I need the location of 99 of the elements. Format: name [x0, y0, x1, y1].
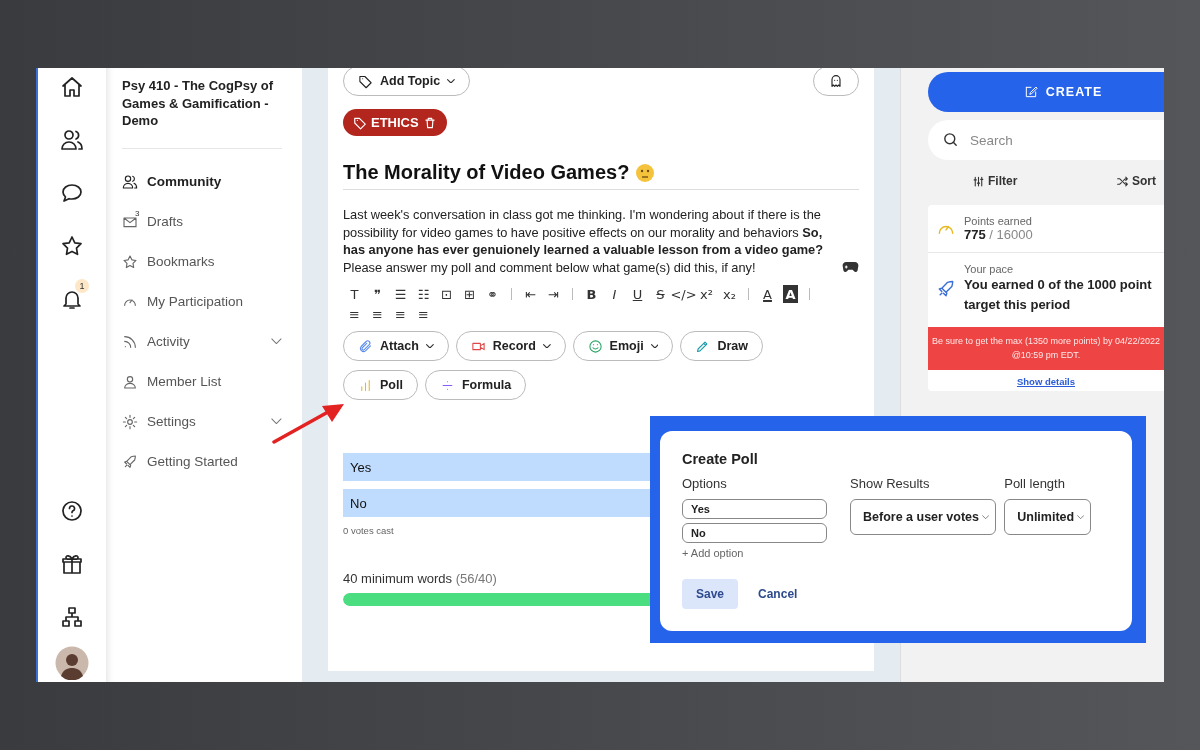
format-tool[interactable]: ⊞	[458, 285, 481, 303]
format-tool[interactable]: ⚭	[481, 285, 504, 303]
format-tool[interactable]: ☰	[389, 285, 412, 303]
points-value: 775 / 16000	[964, 227, 1033, 242]
search-field[interactable]: Search	[928, 120, 1164, 160]
rocket-icon	[122, 453, 138, 470]
sidebar-item[interactable]: Getting Started	[122, 441, 282, 482]
paperclip-icon	[358, 338, 373, 354]
draft-count: 3	[135, 208, 140, 218]
format-tool[interactable]: x²	[695, 285, 718, 303]
votes-count: 0 votes cast	[343, 525, 394, 536]
help-icon	[60, 499, 84, 523]
save-button[interactable]: Save	[682, 579, 739, 609]
sidebar-item[interactable]: Settings	[122, 401, 282, 442]
format-tool[interactable]: ☷	[412, 285, 435, 303]
sitemap-icon	[60, 605, 84, 629]
deadline-alert: Be sure to get the max (1350 more points) by 04/22/2022 @10:59 pm EDT.	[928, 327, 1164, 370]
show-details-link[interactable]: Show details	[928, 370, 1164, 391]
tag-label: ETHICS	[371, 115, 419, 130]
bar-chart-icon	[358, 377, 373, 393]
chevron-icon	[447, 78, 455, 84]
tool-button[interactable]: Draw	[680, 331, 763, 361]
tool-button[interactable]: Attach	[343, 331, 449, 361]
format-tool[interactable]: ≡	[412, 305, 435, 323]
anonymous-button[interactable]	[813, 68, 859, 96]
sidebar-item[interactable]: My Participation	[122, 281, 282, 322]
format-tool[interactable]: </>	[672, 285, 695, 303]
format-tool[interactable]: S	[649, 285, 672, 303]
post-title: The Morality of Video Games?	[343, 161, 630, 184]
post-body: Last week's conversation in class got me thinking. I'm wondering about if there is the possibility for video games to have positive effects on our morality and behaviors So, has anyone has ever genuionely learned a valuable lesson from a video game? Please answer my poll and comment below what game(s) did this, if any!	[343, 206, 825, 276]
add-topic-button[interactable]: Add Topic	[343, 68, 470, 96]
option-field[interactable]: Yes	[682, 499, 827, 519]
field-label: Poll length	[1004, 476, 1066, 491]
format-tool[interactable]: ≡	[343, 305, 366, 323]
topic-tag[interactable]: ETHICS	[343, 109, 447, 136]
create-button[interactable]: CREATE	[928, 72, 1164, 112]
chevron-icon	[1077, 514, 1085, 520]
format-tool[interactable]: B	[580, 285, 603, 303]
chevron-icon	[271, 338, 282, 345]
pace-label: Your pace	[964, 263, 1015, 275]
sidebar-item[interactable]: Bookmarks	[122, 241, 282, 282]
chat-icon	[60, 181, 84, 205]
home-icon	[60, 75, 84, 99]
tag-icon	[358, 73, 373, 89]
sidebar-item[interactable]: Member List	[122, 361, 282, 402]
format-tool[interactable]: ≡	[389, 305, 412, 323]
person-icon	[122, 373, 138, 390]
tag-icon	[353, 115, 367, 130]
cancel-button[interactable]: Cancel	[748, 587, 808, 601]
tool-button[interactable]: Record	[455, 331, 566, 361]
notification-badge: 1	[75, 279, 89, 293]
users-icon	[122, 173, 138, 190]
gamepad-icon	[842, 260, 859, 274]
avatar[interactable]	[55, 646, 89, 680]
tool-button[interactable]: Emoji	[572, 331, 674, 361]
format-tool[interactable]: ≡	[366, 305, 389, 323]
rocket-icon	[936, 279, 956, 299]
format-tool[interactable]: ⊡	[435, 285, 458, 303]
sidebar-item[interactable]: Activity	[122, 321, 282, 362]
gift-icon	[60, 552, 84, 576]
filter-button[interactable]: Filter	[972, 174, 1018, 188]
sidebar-item[interactable]: 3 Drafts	[122, 201, 282, 242]
smile-icon	[587, 338, 603, 354]
format-tool[interactable]: U	[626, 285, 649, 303]
tool-button[interactable]: Poll	[343, 370, 418, 400]
chevron-icon	[982, 514, 990, 520]
format-tool[interactable]: A	[756, 285, 779, 303]
ghost-icon	[828, 73, 844, 89]
format-tool[interactable]: x₂	[718, 285, 741, 303]
format-tool[interactable]: T	[343, 285, 366, 303]
points-label: Points earned	[964, 215, 1033, 227]
option-field[interactable]: No	[682, 523, 827, 543]
format-tool[interactable]: ❞	[366, 285, 389, 303]
dialog-title: Create Poll	[682, 451, 759, 467]
tool-button[interactable]: Formula	[424, 370, 527, 400]
format-tool[interactable]: A	[783, 285, 798, 303]
show-results-dropdown[interactable]: Before a user votes	[850, 499, 997, 535]
chevron-icon	[271, 418, 282, 425]
trash-icon	[422, 115, 437, 130]
format-tool[interactable]: ⇤	[519, 285, 542, 303]
star-icon	[60, 234, 84, 258]
course-title: Psy 410 - The CogPsy of Games & Gamification - Demo	[122, 77, 274, 130]
format-tool[interactable]: ⇥	[542, 285, 565, 303]
pace-text: You earned 0 of the 1000 point target this period	[964, 276, 1153, 314]
edit-icon	[1023, 85, 1038, 99]
word-count: (56/40)	[455, 571, 497, 586]
gear-icon	[122, 413, 138, 430]
word-requirement: 40 minimum words	[343, 571, 453, 586]
shuffle-icon	[1116, 174, 1129, 188]
users-icon	[60, 128, 84, 152]
sort-button[interactable]: Sort	[1116, 174, 1156, 188]
format-tool[interactable]: I	[603, 285, 626, 303]
add-option-link[interactable]: + Add option	[682, 547, 827, 559]
search-icon	[942, 131, 959, 148]
feed-icon	[122, 333, 138, 350]
sliders-icon	[972, 174, 985, 188]
sidebar-item[interactable]: Community	[122, 161, 282, 202]
star-icon	[122, 253, 138, 270]
poll-length-dropdown[interactable]: Unlimited	[1004, 499, 1092, 535]
